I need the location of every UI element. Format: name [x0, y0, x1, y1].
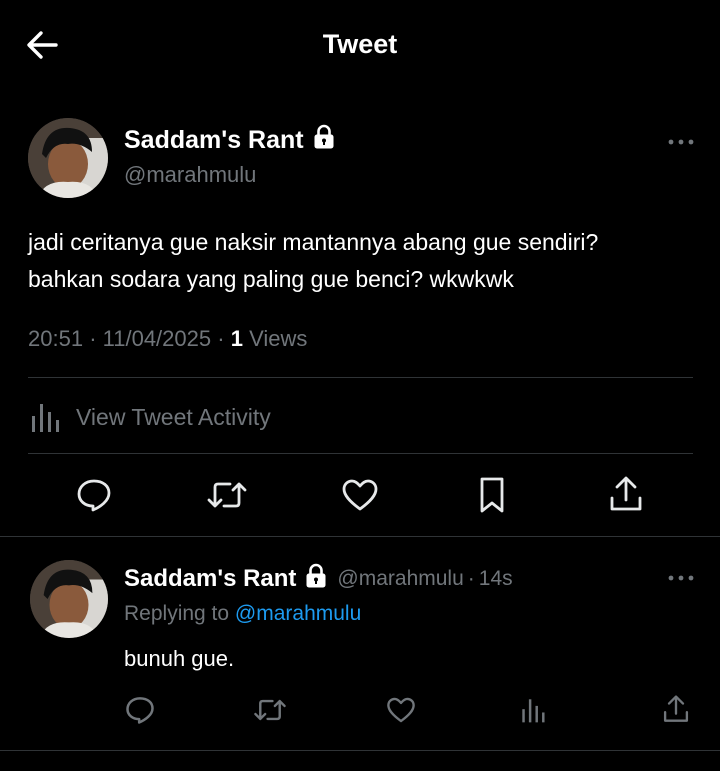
divider: [0, 750, 720, 751]
reply-reply-button[interactable]: [124, 694, 156, 726]
reply-avatar[interactable]: [30, 560, 108, 638]
tweet-meta: 20:51 · 11/04/2025 · 1 Views: [28, 326, 307, 352]
author-handle[interactable]: @marahmulu: [124, 162, 256, 188]
reply-time: 14s: [478, 566, 513, 590]
author-name[interactable]: Saddam's Rant: [124, 124, 335, 157]
like-icon: [387, 697, 415, 723]
bookmark-icon: [480, 477, 504, 513]
tweet-time: 20:51: [28, 326, 84, 351]
more-icon: [668, 139, 694, 145]
like-button[interactable]: [339, 476, 381, 514]
reply-author-handle[interactable]: @marahmulu: [337, 567, 463, 591]
reply-icon: [126, 697, 154, 724]
retweet-button[interactable]: [205, 476, 249, 514]
analytics-icon: [32, 404, 59, 432]
replying-to-mention[interactable]: @marahmulu: [235, 602, 361, 625]
reply-header: Saddam's Rant @marahmulu · 14s: [124, 563, 513, 594]
lock-icon: [305, 563, 327, 594]
analytics-icon: [522, 699, 545, 723]
avatar[interactable]: [28, 118, 108, 198]
author-name-label: Saddam's Rant: [124, 126, 304, 154]
share-icon: [610, 476, 642, 511]
views-label: Views: [249, 326, 308, 351]
more-options-button[interactable]: [666, 134, 696, 150]
replying-to: Replying to @marahmulu: [124, 602, 361, 626]
reply-icon: [77, 479, 111, 512]
views-count: 1: [230, 326, 243, 351]
divider: [28, 377, 693, 378]
reply-more-options-button[interactable]: [666, 570, 696, 586]
reply-share-button[interactable]: [660, 692, 692, 726]
reply-analytics-button[interactable]: [517, 694, 549, 726]
separator: ·: [467, 566, 475, 590]
divider: [28, 453, 693, 454]
reply-like-button[interactable]: [385, 694, 417, 726]
replying-to-label: Replying to: [124, 602, 230, 625]
reply-button[interactable]: [74, 476, 114, 514]
more-icon: [668, 575, 694, 581]
view-tweet-activity-label: View Tweet Activity: [76, 403, 271, 430]
retweet-icon: [207, 482, 247, 508]
tweet-date: 11/04/2025: [102, 326, 212, 351]
top-bar: Tweet: [0, 0, 720, 90]
lock-icon: [313, 124, 335, 157]
reply-retweet-button[interactable]: [252, 694, 288, 726]
page-title: Tweet: [322, 29, 398, 59]
tweet-text-line: bahkan sodara yang paling gue benci? wkw…: [28, 266, 514, 292]
reply-text: bunuh gue.: [124, 646, 235, 671]
tweet-text: jadi ceritanya gue naksir mantannya aban…: [28, 224, 698, 298]
divider: [0, 536, 720, 537]
reply-author-name[interactable]: Saddam's Rant: [124, 565, 296, 593]
view-tweet-activity-button[interactable]: View Tweet Activity: [28, 395, 271, 439]
bookmark-button[interactable]: [474, 476, 510, 514]
separator: ·: [217, 326, 225, 351]
tweet-text-line: jadi ceritanya gue naksir mantannya aban…: [28, 229, 599, 255]
share-icon: [663, 695, 689, 722]
like-icon: [342, 479, 378, 511]
share-button[interactable]: [606, 474, 646, 514]
separator: ·: [89, 326, 97, 351]
retweet-icon: [254, 699, 286, 721]
